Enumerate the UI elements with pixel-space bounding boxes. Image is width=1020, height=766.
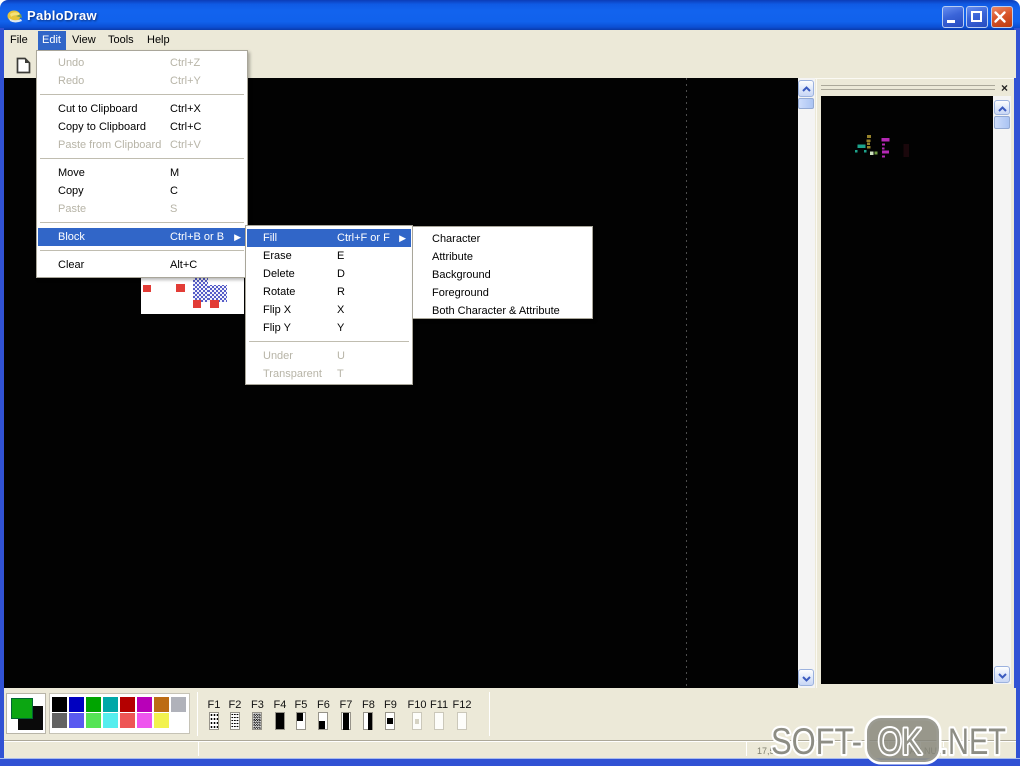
svg-text:SOFT-: SOFT- [771,721,862,762]
svg-text:.NET: .NET [940,721,1006,762]
svg-text:OK: OK [878,721,922,762]
